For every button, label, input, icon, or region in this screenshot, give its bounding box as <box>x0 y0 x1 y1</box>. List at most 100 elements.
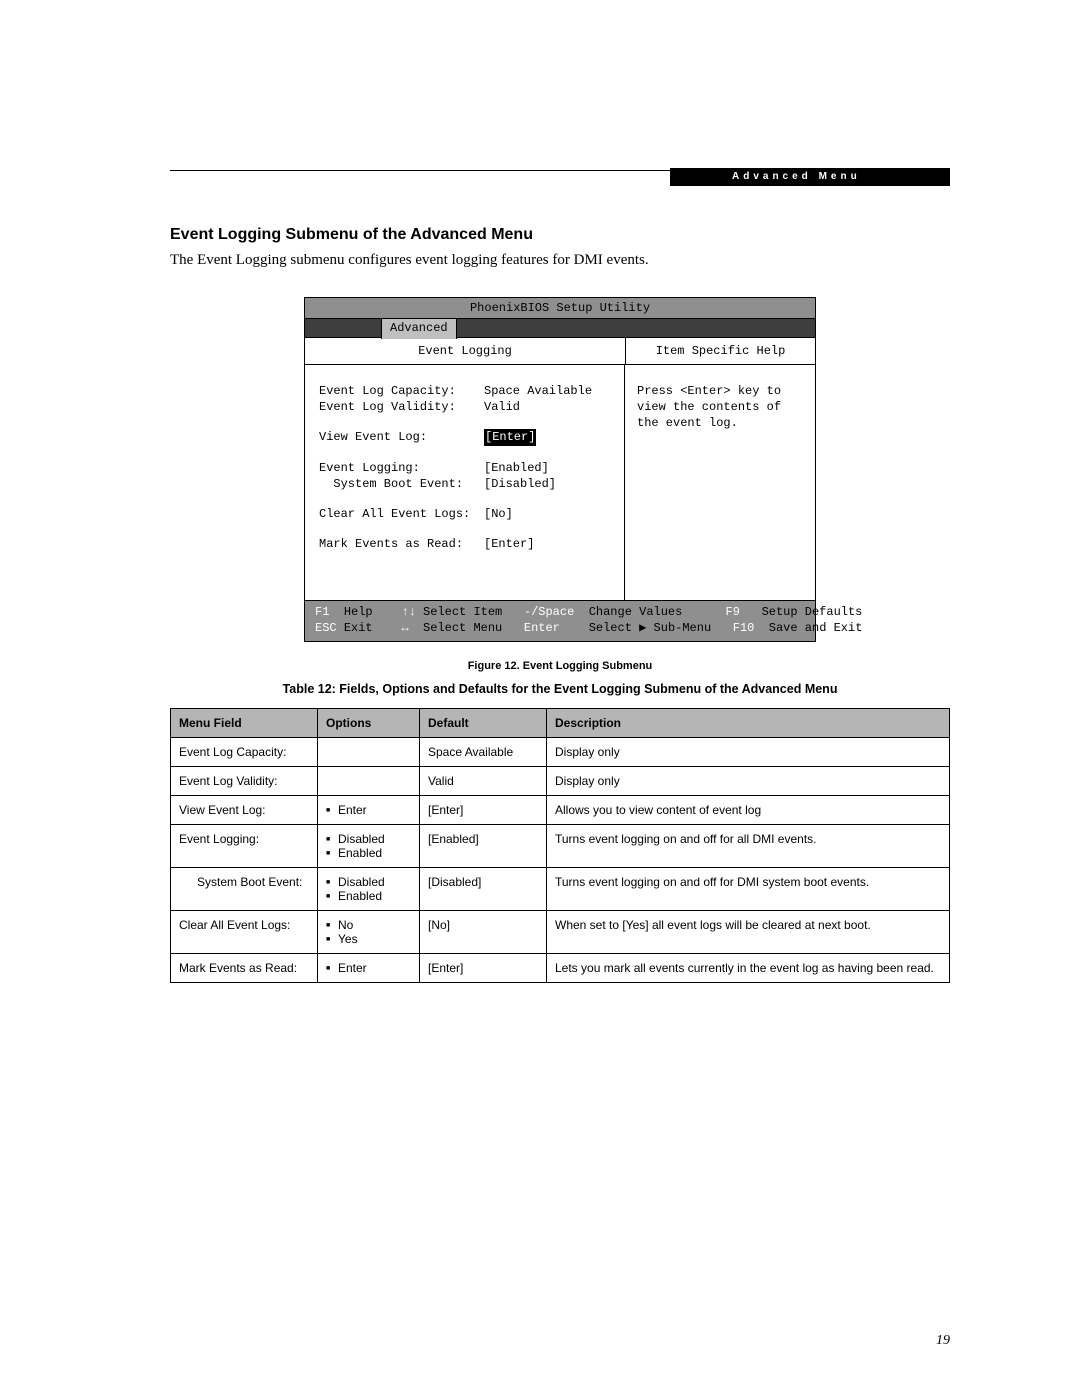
bios-field-value[interactable]: [Enter] <box>484 536 610 552</box>
cell-default: [No] <box>420 911 547 954</box>
footer-key-f1: F1 <box>315 605 329 619</box>
footer-text-select-item: Select Item <box>423 605 502 619</box>
cell-menu-field: Mark Events as Read: <box>171 954 318 983</box>
bios-field-value[interactable]: [Enabled] <box>484 460 610 476</box>
cell-menu-field: Event Log Validity: <box>171 767 318 796</box>
footer-text-save-exit: Save and Exit <box>769 621 863 635</box>
section-title: Event Logging Submenu of the Advanced Me… <box>170 226 950 244</box>
option-item: Enabled <box>326 889 411 903</box>
bios-footer-row-2: ESC Exit ↔ Select Menu Enter Select ▶ Su… <box>315 620 805 636</box>
footer-key-f10: F10 <box>733 621 755 635</box>
footer-text-select-menu: Select Menu <box>423 621 502 635</box>
cell-menu-field: Event Log Capacity: <box>171 738 318 767</box>
options-table: Menu Field Options Default Description E… <box>170 708 950 983</box>
footer-key-esc: ESC <box>315 621 337 635</box>
bios-screenshot: PhoenixBIOS Setup Utility Advanced Event… <box>304 297 816 642</box>
cell-default: [Enter] <box>420 796 547 825</box>
page-number: 19 <box>936 1333 950 1349</box>
bios-field-label: Mark Events as Read: <box>319 536 484 552</box>
bios-field-value-selected[interactable]: [Enter] <box>484 429 536 445</box>
footer-text-select-submenu: Select ▶ Sub-Menu <box>589 621 711 635</box>
option-item: Disabled <box>326 875 411 889</box>
table-row: Event Log Validity: ValidDisplay only <box>171 767 950 796</box>
cell-options: Enter <box>318 796 420 825</box>
footer-key-space: -/Space <box>524 605 574 619</box>
bios-field-value[interactable]: Valid <box>484 399 610 415</box>
cell-description: Lets you mark all events currently in th… <box>547 954 950 983</box>
option-item: No <box>326 918 411 932</box>
figure-caption: Figure 12. Event Logging Submenu <box>170 660 950 672</box>
cell-description: When set to [Yes] all event logs will be… <box>547 911 950 954</box>
bios-field-label: System Boot Event: <box>319 476 484 492</box>
option-item: Enter <box>326 803 411 817</box>
bios-field-label: Event Logging: <box>319 460 484 476</box>
cell-default: Valid <box>420 767 547 796</box>
bios-field-row[interactable]: Clear All Event Logs:[No] <box>319 506 610 522</box>
footer-key-leftright: ↔ <box>401 621 408 635</box>
bios-field-row[interactable]: System Boot Event:[Disabled] <box>319 476 610 492</box>
option-item: Enabled <box>326 846 411 860</box>
intro-paragraph: The Event Logging submenu configures eve… <box>170 252 950 269</box>
cell-options <box>318 738 420 767</box>
footer-key-updown: ↑↓ <box>401 605 415 619</box>
bios-field-row[interactable]: Event Log Validity:Valid <box>319 399 610 415</box>
cell-description: Turns event logging on and off for all D… <box>547 825 950 868</box>
cell-default: Space Available <box>420 738 547 767</box>
cell-menu-field: System Boot Event: <box>171 868 318 911</box>
bios-title: PhoenixBIOS Setup Utility <box>305 298 815 319</box>
table-row: Mark Events as Read: Enter [Enter]Lets you… <box>171 954 950 983</box>
footer-text-exit: Exit <box>344 621 373 635</box>
bios-field-label: Event Log Validity: <box>319 399 484 415</box>
option-item: Enter <box>326 961 411 975</box>
cell-options <box>318 767 420 796</box>
footer-text-help: Help <box>344 605 373 619</box>
bios-field-row[interactable]: View Event Log:[Enter] <box>319 429 610 445</box>
table-caption: Table 12: Fields, Options and Defaults f… <box>170 682 950 696</box>
table-row: Clear All Event Logs:NoYes[No]When set t… <box>171 911 950 954</box>
bios-field-value[interactable]: [Disabled] <box>484 476 610 492</box>
cell-menu-field: View Event Log: <box>171 796 318 825</box>
cell-options: Enter <box>318 954 420 983</box>
cell-options: NoYes <box>318 911 420 954</box>
footer-text-setup-defaults: Setup Defaults <box>762 605 863 619</box>
th-default: Default <box>420 709 547 738</box>
bios-left-heading: Event Logging <box>305 338 626 364</box>
option-item: Yes <box>326 932 411 946</box>
bios-field-row[interactable]: Event Log Capacity:Space Available <box>319 383 610 399</box>
cell-menu-field: Event Logging: <box>171 825 318 868</box>
cell-default: [Disabled] <box>420 868 547 911</box>
bios-help-pane: Press <Enter> key to view the contents o… <box>625 365 815 600</box>
bios-field-row[interactable]: Mark Events as Read:[Enter] <box>319 536 610 552</box>
cell-description: Allows you to view content of event log <box>547 796 950 825</box>
bios-field-value[interactable]: [No] <box>484 506 610 522</box>
cell-description: Display only <box>547 767 950 796</box>
page: Advanced Menu Event Logging Submenu of t… <box>0 0 1080 1397</box>
footer-key-enter: Enter <box>524 621 560 635</box>
bios-field-value[interactable]: Space Available <box>484 383 610 399</box>
cell-default: [Enter] <box>420 954 547 983</box>
bios-tab-row: Advanced <box>305 319 815 337</box>
bios-footer: F1 Help ↑↓ Select Item -/Space Change Va… <box>305 601 815 641</box>
cell-description: Display only <box>547 738 950 767</box>
bios-field-label: View Event Log: <box>319 429 484 445</box>
cell-description: Turns event logging on and off for DMI s… <box>547 868 950 911</box>
bios-footer-row-1: F1 Help ↑↓ Select Item -/Space Change Va… <box>315 604 805 620</box>
table-row: System Boot Event:DisabledEnabled[Disabl… <box>171 868 950 911</box>
bios-field-label: Clear All Event Logs: <box>319 506 484 522</box>
cell-menu-field: Clear All Event Logs: <box>171 911 318 954</box>
table-row: Event Log Capacity: Space AvailableDispla… <box>171 738 950 767</box>
th-description: Description <box>547 709 950 738</box>
cell-options: DisabledEnabled <box>318 825 420 868</box>
option-item: Disabled <box>326 832 411 846</box>
bios-field-row[interactable]: Event Logging:[Enabled] <box>319 460 610 476</box>
table-row: View Event Log: Enter [Enter]Allows you to… <box>171 796 950 825</box>
footer-key-f9: F9 <box>726 605 740 619</box>
cell-options: DisabledEnabled <box>318 868 420 911</box>
bios-right-heading: Item Specific Help <box>626 338 815 364</box>
bios-tab-advanced[interactable]: Advanced <box>381 319 457 339</box>
footer-text-change-values: Change Values <box>589 605 683 619</box>
table-row: Event Logging:DisabledEnabled[Enabled]Tu… <box>171 825 950 868</box>
cell-default: [Enabled] <box>420 825 547 868</box>
header-bar: Advanced Menu <box>670 168 950 186</box>
th-menu-field: Menu Field <box>171 709 318 738</box>
